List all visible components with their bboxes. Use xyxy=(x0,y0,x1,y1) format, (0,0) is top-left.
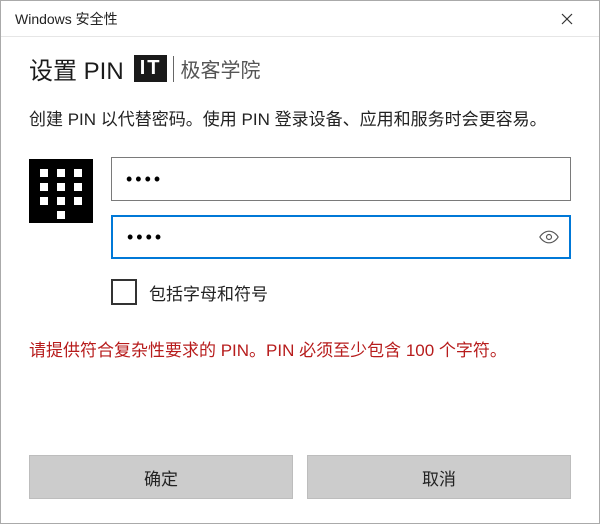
page-title: 设置 PIN xyxy=(29,51,124,86)
ok-button[interactable]: 确定 xyxy=(29,455,293,499)
windows-security-dialog: Windows 安全性 设置 PIN IT 极客学院 创建 PIN 以代替密码。… xyxy=(0,0,600,524)
window-title: Windows 安全性 xyxy=(15,9,545,29)
logo-divider xyxy=(173,56,174,82)
new-pin-field-wrap xyxy=(111,157,571,201)
pin-area xyxy=(29,157,571,259)
keypad-icon xyxy=(29,159,93,223)
error-message: 请提供符合复杂性要求的 PIN。PIN 必须至少包含 100 个字符。 xyxy=(29,337,571,364)
cancel-button[interactable]: 取消 xyxy=(307,455,571,499)
logo-badge: IT xyxy=(134,55,168,82)
titlebar: Windows 安全性 xyxy=(1,1,599,37)
eye-icon xyxy=(539,229,559,245)
watermark-logo: IT 极客学院 xyxy=(134,54,261,83)
confirm-pin-input[interactable] xyxy=(113,217,529,257)
close-icon xyxy=(561,13,573,25)
pin-fields xyxy=(111,157,571,259)
heading-row: 设置 PIN IT 极客学院 xyxy=(29,51,571,86)
dialog-buttons: 确定 取消 xyxy=(1,455,599,523)
new-pin-input[interactable] xyxy=(112,158,570,200)
confirm-pin-field-wrap xyxy=(111,215,571,259)
include-letters-row: 包括字母和符号 xyxy=(111,279,571,305)
include-letters-checkbox[interactable] xyxy=(111,279,137,305)
include-letters-label: 包括字母和符号 xyxy=(149,280,268,305)
description-text: 创建 PIN 以代替密码。使用 PIN 登录设备、应用和服务时会更容易。 xyxy=(29,106,571,133)
reveal-password-button[interactable] xyxy=(529,217,569,257)
close-button[interactable] xyxy=(545,3,589,35)
dialog-content: 设置 PIN IT 极客学院 创建 PIN 以代替密码。使用 PIN 登录设备、… xyxy=(1,37,599,455)
logo-text: 极客学院 xyxy=(180,54,260,83)
